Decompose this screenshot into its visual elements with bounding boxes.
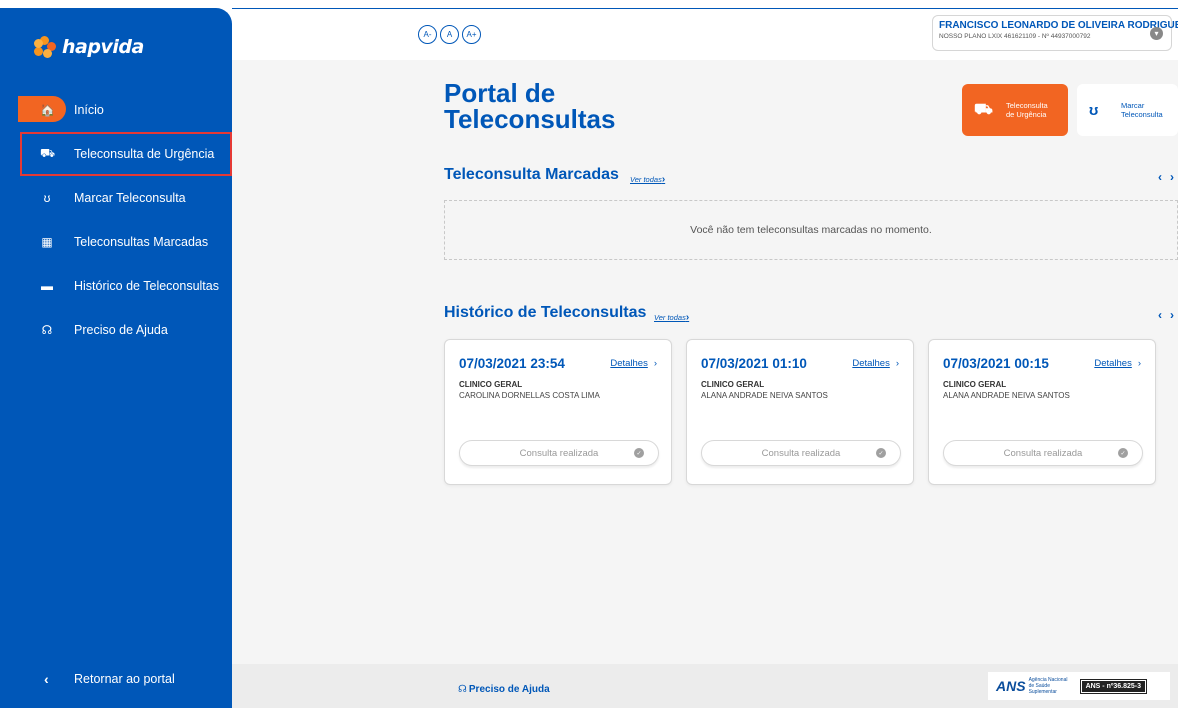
headset-icon: ☊ bbox=[41, 323, 53, 337]
chevron-right-icon: › bbox=[653, 358, 657, 369]
doctor-name: ALANA ANDRADE NEIVA SANTOS bbox=[943, 391, 1070, 400]
section-title-historico: Histórico de Teleconsultas bbox=[444, 304, 647, 321]
see-all-historico-link[interactable]: Ver todas› bbox=[654, 312, 689, 323]
see-all-label: Ver todas bbox=[654, 313, 686, 322]
consultation-date: 07/03/2021 00:15 bbox=[943, 356, 1049, 371]
status-badge: Consulta realizada ✓ bbox=[701, 440, 901, 466]
sidebar-item-label: Preciso de Ajuda bbox=[74, 323, 168, 337]
user-name: FRANCISCO LEONARDO DE OLIVEIRA RODRIGUES bbox=[939, 20, 1178, 31]
chevron-right-icon[interactable]: › bbox=[1170, 308, 1174, 322]
back-label: Retornar ao portal bbox=[74, 672, 175, 686]
check-icon: ✓ bbox=[1118, 448, 1128, 458]
chevron-left-icon[interactable]: ‹ bbox=[1158, 308, 1162, 322]
sidebar-item-inicio[interactable]: 🏠 Início bbox=[0, 88, 232, 132]
sidebar-item-label: Marcar Teleconsulta bbox=[74, 191, 186, 205]
doctor-name: ALANA ANDRADE NEIVA SANTOS bbox=[701, 391, 828, 400]
section-title-marcadas: Teleconsulta Marcadas bbox=[444, 166, 619, 183]
check-icon: ✓ bbox=[634, 448, 644, 458]
hapvida-flower-icon bbox=[34, 36, 56, 58]
empty-state: Você não tem teleconsultas marcadas no m… bbox=[444, 200, 1178, 260]
stethoscope-icon: ʊ bbox=[43, 191, 51, 205]
headset-icon: ☊ bbox=[458, 684, 467, 695]
sidebar-item-preciso-ajuda[interactable]: ☊ Preciso de Ajuda bbox=[0, 308, 232, 352]
stethoscope-icon: ʊ bbox=[1089, 101, 1099, 119]
sidebar-item-teleconsulta-urgencia[interactable]: ⛟ Teleconsulta de Urgência bbox=[20, 132, 232, 176]
home-icon: 🏠 bbox=[40, 103, 55, 117]
history-card: 07/03/2021 00:15 Detalhes › CLINICO GERAL… bbox=[928, 339, 1156, 485]
ambulance-icon: ⛟ bbox=[974, 100, 993, 118]
sidebar-item-label: Teleconsulta de Urgência bbox=[74, 147, 215, 161]
sidebar-item-label: Histórico de Teleconsultas bbox=[74, 279, 219, 293]
status-label: Consulta realizada bbox=[1003, 447, 1083, 459]
specialty: CLINICO GERAL bbox=[701, 380, 765, 389]
history-card: 07/03/2021 01:10 Detalhes › CLINICO GERAL… bbox=[686, 339, 914, 485]
details-link[interactable]: Detalhes › bbox=[1094, 358, 1141, 369]
user-plan: NOSSO PLANO LXIX 461621109 - Nº 44937000… bbox=[939, 33, 1091, 40]
historico-pager: ‹ › bbox=[1158, 308, 1174, 322]
brand-name: hapvida bbox=[62, 36, 144, 58]
sidebar-item-marcar-teleconsulta[interactable]: ʊ Marcar Teleconsulta bbox=[0, 176, 232, 220]
chevron-right-icon: › bbox=[895, 358, 899, 369]
font-increase-button[interactable]: A+ bbox=[462, 25, 481, 44]
see-all-marcadas-link[interactable]: Ver todas› bbox=[630, 174, 665, 185]
ans-agency: Agência Nacional de Saúde Suplementar bbox=[1028, 677, 1068, 695]
page-title: Portal de Teleconsultas bbox=[444, 78, 616, 134]
ambulance-icon: ⛟ bbox=[40, 146, 56, 160]
ans-registration: ANS - nº36.825-3 bbox=[1079, 678, 1148, 694]
details-label: Detalhes bbox=[610, 358, 648, 369]
font-reset-button[interactable]: A bbox=[440, 25, 459, 44]
sidebar-item-historico[interactable]: ▬ Histórico de Teleconsultas bbox=[0, 264, 232, 308]
details-label: Detalhes bbox=[852, 358, 890, 369]
sidebar-nav: 🏠 Início ⛟ Teleconsulta de Urgência ʊ Ma… bbox=[0, 88, 232, 352]
status-label: Consulta realizada bbox=[761, 447, 841, 459]
see-all-label: Ver todas bbox=[630, 175, 662, 184]
help-link[interactable]: ☊ Preciso de Ajuda bbox=[458, 684, 550, 695]
details-link[interactable]: Detalhes › bbox=[610, 358, 657, 369]
consultation-date: 07/03/2021 23:54 bbox=[459, 356, 565, 371]
status-badge: Consulta realizada ✓ bbox=[459, 440, 659, 466]
calendar-icon: ▦ bbox=[41, 235, 53, 249]
ans-badge: ANS Agência Nacional de Saúde Suplementa… bbox=[988, 672, 1170, 700]
marcadas-pager: ‹ › bbox=[1158, 170, 1174, 184]
chevron-right-icon[interactable]: › bbox=[1170, 170, 1174, 184]
history-card: 07/03/2021 23:54 Detalhes › CLINICO GERAL… bbox=[444, 339, 672, 485]
check-icon: ✓ bbox=[876, 448, 886, 458]
font-size-controls: A- A A+ bbox=[418, 25, 481, 44]
status-label: Consulta realizada bbox=[519, 447, 599, 459]
font-decrease-button[interactable]: A- bbox=[418, 25, 437, 44]
footer: ☊ Preciso de Ajuda ANS Agência Nacional … bbox=[232, 664, 1178, 708]
hapvida-logo[interactable]: hapvida bbox=[34, 36, 144, 58]
specialty: CLINICO GERAL bbox=[943, 380, 1007, 389]
back-to-portal-link[interactable]: ‹ Retornar ao portal bbox=[0, 664, 232, 694]
ans-logo: ANS bbox=[996, 678, 1026, 694]
chevron-right-icon: › bbox=[1137, 358, 1141, 369]
button-label: Teleconsulta de Urgência bbox=[1006, 101, 1048, 119]
top-bar: A- A A+ FRANCISCO LEONARDO DE OLIVEIRA R… bbox=[232, 8, 1178, 60]
help-label: Preciso de Ajuda bbox=[468, 684, 550, 695]
main-content: Portal de Teleconsultas ⛟ Teleconsulta d… bbox=[232, 60, 1178, 664]
user-menu[interactable]: FRANCISCO LEONARDO DE OLIVEIRA RODRIGUES… bbox=[932, 15, 1178, 51]
teleconsulta-urgencia-button[interactable]: ⛟ Teleconsulta de Urgência bbox=[962, 84, 1068, 136]
consultation-date: 07/03/2021 01:10 bbox=[701, 356, 807, 371]
sidebar-item-label: Início bbox=[74, 103, 104, 117]
chevron-left-icon[interactable]: ‹ bbox=[1158, 170, 1162, 184]
sidebar-item-teleconsultas-marcadas[interactable]: ▦ Teleconsultas Marcadas bbox=[0, 220, 232, 264]
marcar-teleconsulta-button[interactable]: ʊ Marcar Teleconsulta bbox=[1077, 84, 1178, 136]
id-card-icon: ▬ bbox=[41, 279, 53, 293]
sidebar-item-label: Teleconsultas Marcadas bbox=[74, 235, 209, 249]
chevron-left-icon: ‹ bbox=[44, 671, 49, 687]
details-link[interactable]: Detalhes › bbox=[852, 358, 899, 369]
status-badge: Consulta realizada ✓ bbox=[943, 440, 1143, 466]
button-label: Marcar Teleconsulta bbox=[1121, 101, 1163, 119]
sidebar: hapvida 🏠 Início ⛟ Teleconsulta de Urgên… bbox=[0, 8, 232, 708]
doctor-name: CAROLINA DORNELLAS COSTA LIMA bbox=[459, 391, 600, 400]
details-label: Detalhes bbox=[1094, 358, 1132, 369]
chevron-down-icon[interactable]: ▾ bbox=[1150, 27, 1163, 40]
specialty: CLINICO GERAL bbox=[459, 380, 523, 389]
